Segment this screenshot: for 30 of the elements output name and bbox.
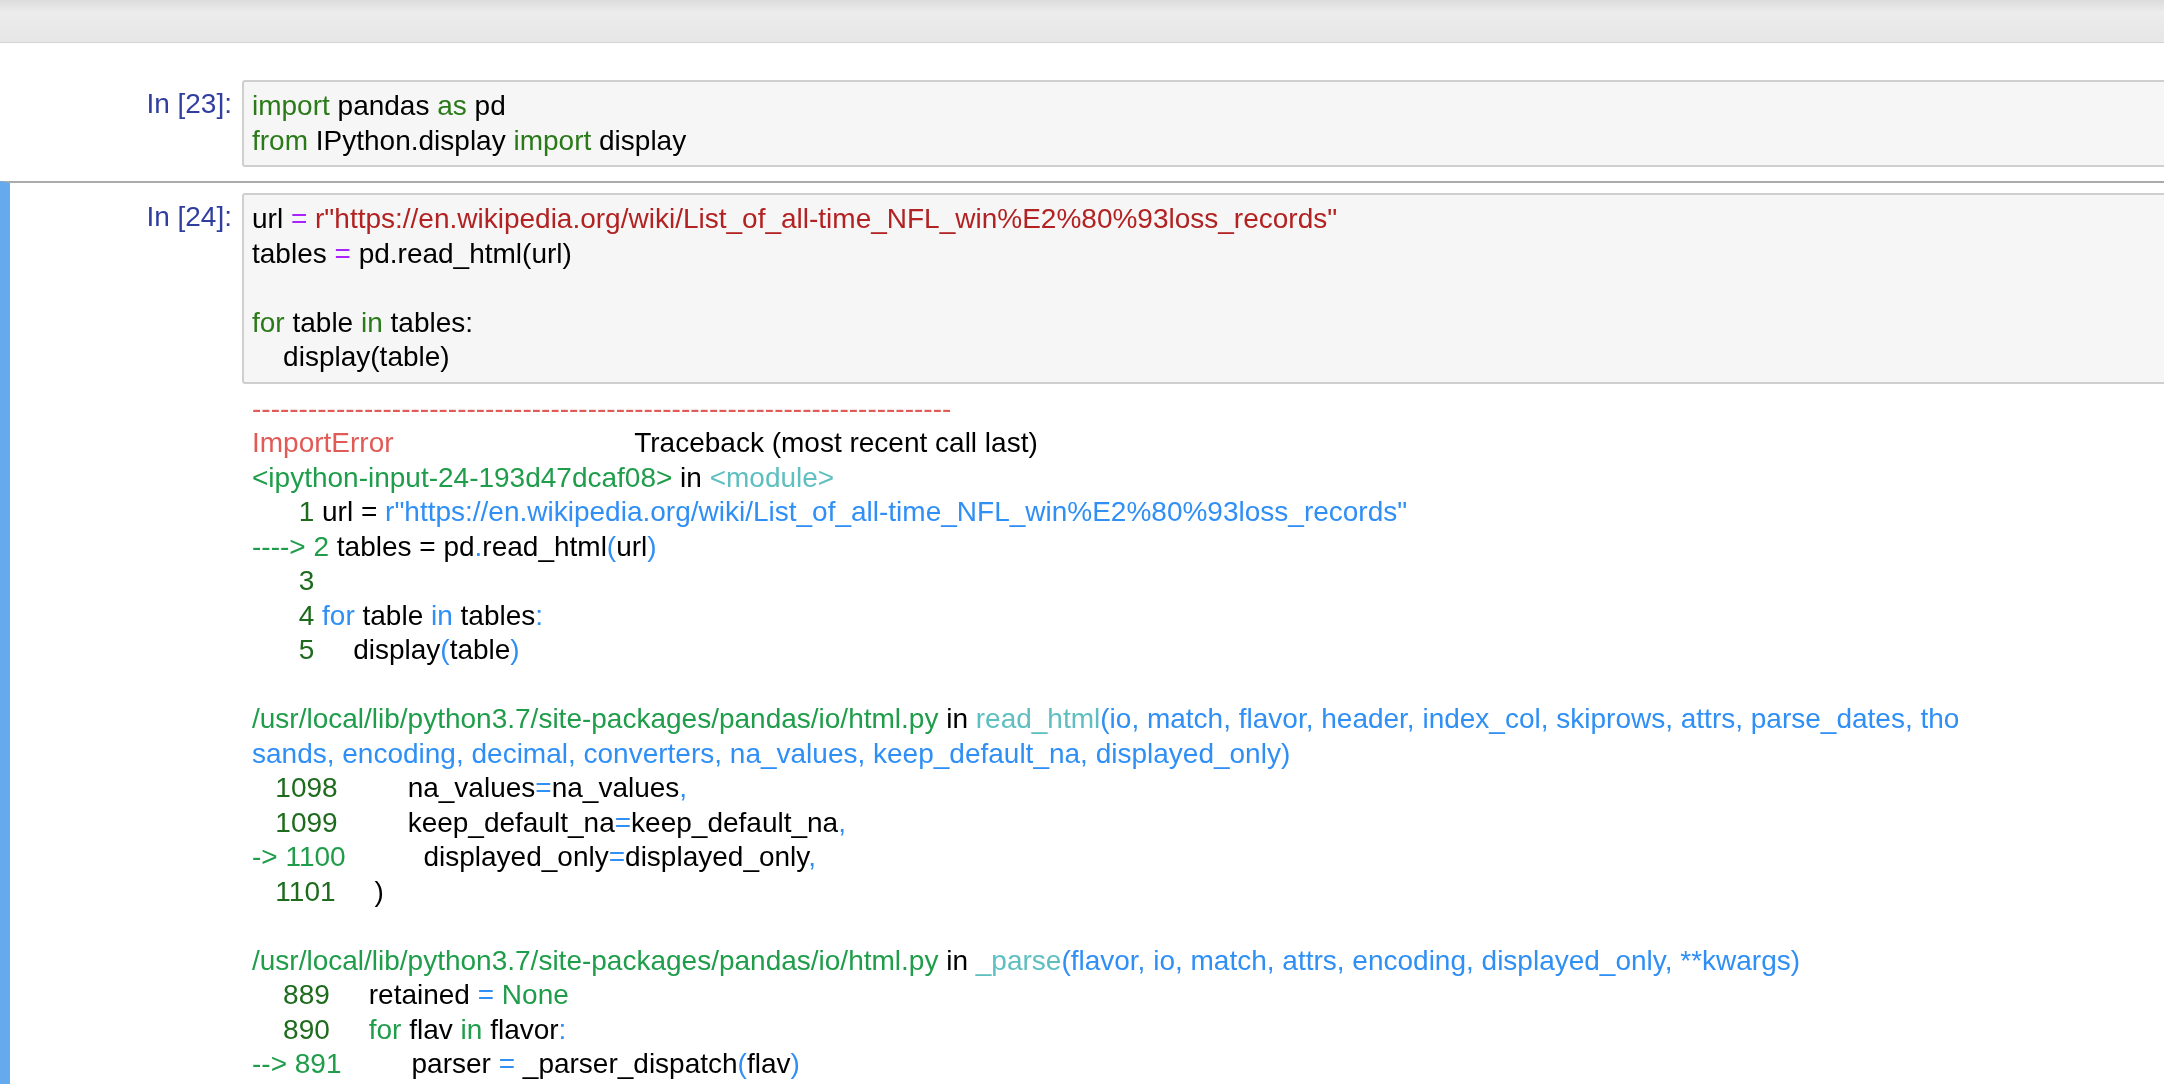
traceback-line: --------------------------------------------------------------------------- <box>252 391 952 426</box>
traceback-line: sands, encoding, decimal, converters, na_values, keep_default_na, displayed_only) <box>252 736 1291 771</box>
traceback-line: 4 for table in tables: <box>297 598 544 633</box>
code-line: tables = pd.read_html(url) <box>252 236 572 271</box>
traceback-line: 3 <box>297 564 315 598</box>
cell-prompt: In [23]: <box>145 87 233 121</box>
code-input[interactable]: url = r"https://en.wikipedia.org/wiki/List_of_all-time_NFL_win%E2%80%93loss_records" tables = pd.read_html(url) for table in tables: display(table) <box>242 193 2164 384</box>
traceback-line: 1101 ) <box>274 874 384 909</box>
traceback-line: 1098 na_values=na_values, <box>274 771 688 805</box>
cell-prompt: In [24]: <box>145 200 233 234</box>
code-line: display(table) <box>282 340 450 374</box>
traceback-line: ----> 2 tables = pd.read_html(url) <box>252 529 657 564</box>
traceback-line: -> 1100 displayed_only=displayed_only, <box>252 840 817 874</box>
traceback-line: 5 display(table) <box>297 633 520 667</box>
traceback-line: 1099 keep_default_na=keep_default_na, <box>274 805 846 840</box>
code-input[interactable]: import pandas as pd from IPython.display import display <box>242 80 2164 167</box>
code-line: from IPython.display import display <box>252 123 687 158</box>
traceback-line: /usr/local/lib/python3.7/site-packages/pandas/io/html.py in _parse(flavor, io, match, attrs, encoding, displayed_only, **kwargs) <box>252 943 1801 978</box>
code-line: import pandas as pd <box>252 89 506 123</box>
code-line: url = r"https://en.wikipedia.org/wiki/List_of_all-time_NFL_win%E2%80%93loss_records" <box>252 202 1338 236</box>
traceback-line: 1 url = r"https://en.wikipedia.org/wiki/List_of_all-time_NFL_win%E2%80%93loss_records" <box>297 495 1408 529</box>
traceback-line: /usr/local/lib/python3.7/site-packages/pandas/io/html.py in read_html(io, match, flavor, header, index_col, skiprows, attrs, parse_dates, tho <box>252 702 1960 736</box>
traceback-line: --> 891 parser = _parser_dispatch(flav) <box>252 1047 800 1081</box>
traceback-line: <ipython-input-24-193d47dcaf08> in <module> <box>252 460 835 495</box>
notebook-cell[interactable]: In [23]: import pandas as pd from IPython.display import display <box>0 79 2164 181</box>
code-line: for table in tables: <box>252 305 474 340</box>
traceback-line: ImportError Traceback (most recent call last) <box>252 426 1038 460</box>
notebook-cell[interactable] <box>0 181 2164 1084</box>
traceback-line: 890 for flav in flavor: <box>282 1012 567 1047</box>
traceback-line: 889 retained = None <box>282 978 569 1012</box>
